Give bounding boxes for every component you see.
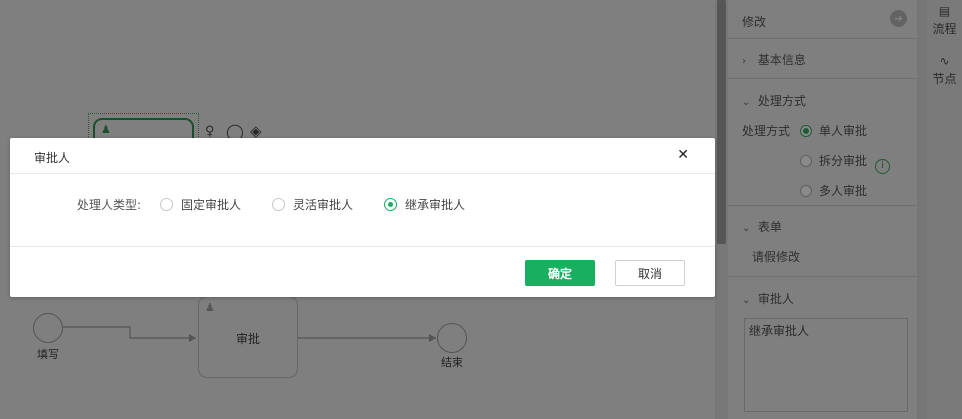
dialog-body: 处理人类型: 固定审批人 灵活审批人 继承审批人 [10,174,715,246]
chevron-down-icon: ⌄ [742,223,751,234]
option-label: 拆分审批 [819,154,868,168]
start-event[interactable] [33,313,63,343]
handling-section-toggle[interactable]: ⌄ 处理方式 [742,92,806,109]
form-value[interactable]: 请假修改 [752,248,800,265]
approver-type-label: 处理人类型: [77,198,142,212]
option-label: 单人审批 [819,124,868,138]
option-fixed-approver[interactable]: 固定审批人 [160,196,241,213]
node-graph-icon: ∿ [939,54,950,68]
panel-scrollbar[interactable] [917,0,927,419]
approval-task-node[interactable]: ♟ 审批 [198,296,298,378]
tab-process[interactable]: ▤ 流程 [927,4,962,37]
canvas-scrollbar-thumb[interactable] [717,0,726,244]
side-tab-bar: ▤ 流程 ∿ 节点 [927,0,962,419]
chevron-down-icon: ⌄ [742,97,751,108]
option-label: 灵活审批人 [293,198,354,212]
document-icon: ▤ [938,4,951,18]
radio-selected [384,198,397,211]
tab-node-label: 节点 [932,72,957,86]
dialog-header: 审批人 ✕ [10,138,715,174]
end-event[interactable] [437,323,467,353]
approver-section-toggle[interactable]: ⌄ 审批人 [742,290,794,307]
handling-option-split[interactable]: 拆分审批 i [800,152,891,174]
handling-field-label: 处理方式 [742,124,791,138]
arrow-right-icon[interactable]: ➜ [890,10,907,27]
divider [728,205,917,206]
handling-section-label: 处理方式 [757,94,806,108]
handling-option-single[interactable]: 单人审批 [800,122,867,139]
approver-dialog: 审批人 ✕ 处理人类型: 固定审批人 灵活审批人 继承审批人 确定 取消 [10,138,715,297]
divider [728,276,917,277]
user-icon: ♟ [205,301,215,314]
start-event-label: 填写 [37,348,59,361]
divider [728,38,917,39]
radio-selected [800,125,812,137]
dialog-footer: 确定 取消 [10,246,715,297]
divider [728,78,917,79]
property-panel: 修改 ➜ › 基本信息 ⌄ 处理方式 处理方式 单人审批 拆分审批 i 多人审批 … [728,0,917,419]
approver-textarea[interactable]: 继承审批人 [744,318,908,412]
chevron-down-icon: ⌄ [742,295,751,306]
basic-info-label: 基本信息 [757,53,806,67]
option-label: 多人审批 [819,184,868,198]
radio [800,185,812,197]
approver-section-label: 审批人 [757,292,794,306]
task-label: 审批 [235,332,260,346]
info-icon[interactable]: i [875,159,891,174]
form-section-toggle[interactable]: ⌄ 表单 [742,218,782,235]
radio [272,198,285,211]
radio [800,155,812,167]
close-icon[interactable]: ✕ [677,147,689,163]
radio [160,198,173,211]
form-section-label: 表单 [757,220,782,234]
option-label: 继承审批人 [405,198,466,212]
tab-node[interactable]: ∿ 节点 [927,54,962,87]
option-flexible-approver[interactable]: 灵活审批人 [272,196,353,213]
option-label: 固定审批人 [181,198,242,212]
cancel-button[interactable]: 取消 [615,260,685,286]
chevron-right-icon: › [742,56,746,67]
handling-option-multi[interactable]: 多人审批 [800,182,867,199]
basic-info-toggle[interactable]: › 基本信息 [742,51,806,68]
confirm-button[interactable]: 确定 [525,260,595,286]
option-inherit-approver[interactable]: 继承审批人 [384,196,465,213]
edit-label: 修改 [742,15,767,29]
end-event-label: 结束 [441,356,463,369]
tab-process-label: 流程 [932,22,957,36]
dialog-title: 审批人 [34,151,71,165]
